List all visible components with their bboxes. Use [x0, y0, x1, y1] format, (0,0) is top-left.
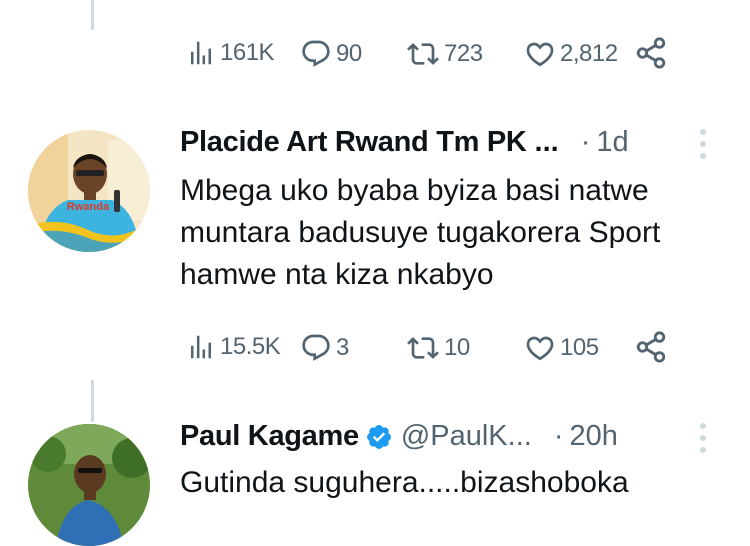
share-icon — [636, 331, 666, 363]
views-icon — [191, 335, 211, 359]
retweet-button[interactable]: 723 — [406, 38, 483, 70]
timestamp[interactable]: 20h — [570, 420, 618, 453]
retweet-icon — [407, 43, 439, 65]
retweet-button[interactable]: 10 — [406, 332, 470, 364]
handle[interactable]: @PaulK... — [401, 420, 532, 453]
like-count: 2,812 — [560, 40, 618, 67]
like-count: 105 — [560, 334, 599, 361]
timestamp[interactable]: 1d — [596, 126, 628, 159]
tweet-header: Placide Art Rwand Tm PK ... · 1d — [180, 126, 629, 159]
tweet-text-line: hamwe nta kiza nkabyo — [180, 258, 494, 291]
tweet-text-line: Mbega uko byaba byiza basi natwe — [180, 174, 649, 207]
kagame-avatar-photo — [28, 424, 150, 546]
retweet-icon — [407, 337, 439, 359]
retweet-count: 10 — [444, 334, 470, 361]
separator-dot: · — [553, 420, 564, 452]
tweet-text-line: muntara badusuye tugakorera Sport — [180, 216, 661, 249]
more-icon — [700, 423, 706, 453]
reply-icon — [302, 40, 330, 67]
avatar[interactable]: Rwanda — [28, 130, 150, 252]
more-button[interactable] — [696, 420, 710, 456]
thread-line-top — [91, 0, 94, 30]
avatar-badge-text: Rwanda — [67, 201, 110, 213]
tweet-header: Paul Kagame @PaulK... · 20h — [180, 420, 618, 453]
separator-dot: · — [580, 126, 591, 158]
display-name[interactable]: Placide Art Rwand Tm PK — [180, 126, 527, 159]
views-button[interactable]: 15.5K — [186, 332, 281, 362]
share-button[interactable] — [634, 36, 668, 70]
more-icon — [700, 129, 706, 159]
avatar[interactable] — [28, 424, 150, 546]
views-icon — [191, 41, 211, 65]
display-name[interactable]: Paul Kagame — [180, 420, 359, 453]
reply-count: 3 — [336, 334, 349, 361]
reply-count: 90 — [336, 40, 362, 67]
verified-badge-icon — [366, 424, 391, 449]
retweet-count: 723 — [444, 40, 483, 67]
reply-icon — [302, 334, 330, 361]
views-count: 161K — [220, 39, 275, 66]
tweet-text: Gutinda suguhera.....bizashoboka — [180, 462, 629, 504]
reply-button[interactable]: 90 — [300, 38, 362, 70]
like-button[interactable]: 105 — [524, 332, 599, 364]
views-button[interactable]: 161K — [186, 38, 275, 68]
like-icon — [526, 42, 554, 67]
like-icon — [526, 336, 554, 361]
thread-line-middle — [91, 380, 94, 422]
tweet-text: Mbega uko byaba byiza basi natwe muntara… — [180, 170, 660, 296]
share-icon — [636, 37, 666, 69]
share-button[interactable] — [634, 330, 668, 364]
placide-avatar-photo: Rwanda — [28, 130, 150, 252]
views-count: 15.5K — [220, 333, 281, 360]
tweet-text-line: Gutinda suguhera.....bizashoboka — [180, 466, 629, 499]
like-button[interactable]: 2,812 — [524, 38, 618, 70]
name-truncation: ... — [534, 126, 559, 158]
more-button[interactable] — [696, 126, 710, 162]
reply-button[interactable]: 3 — [300, 332, 349, 364]
